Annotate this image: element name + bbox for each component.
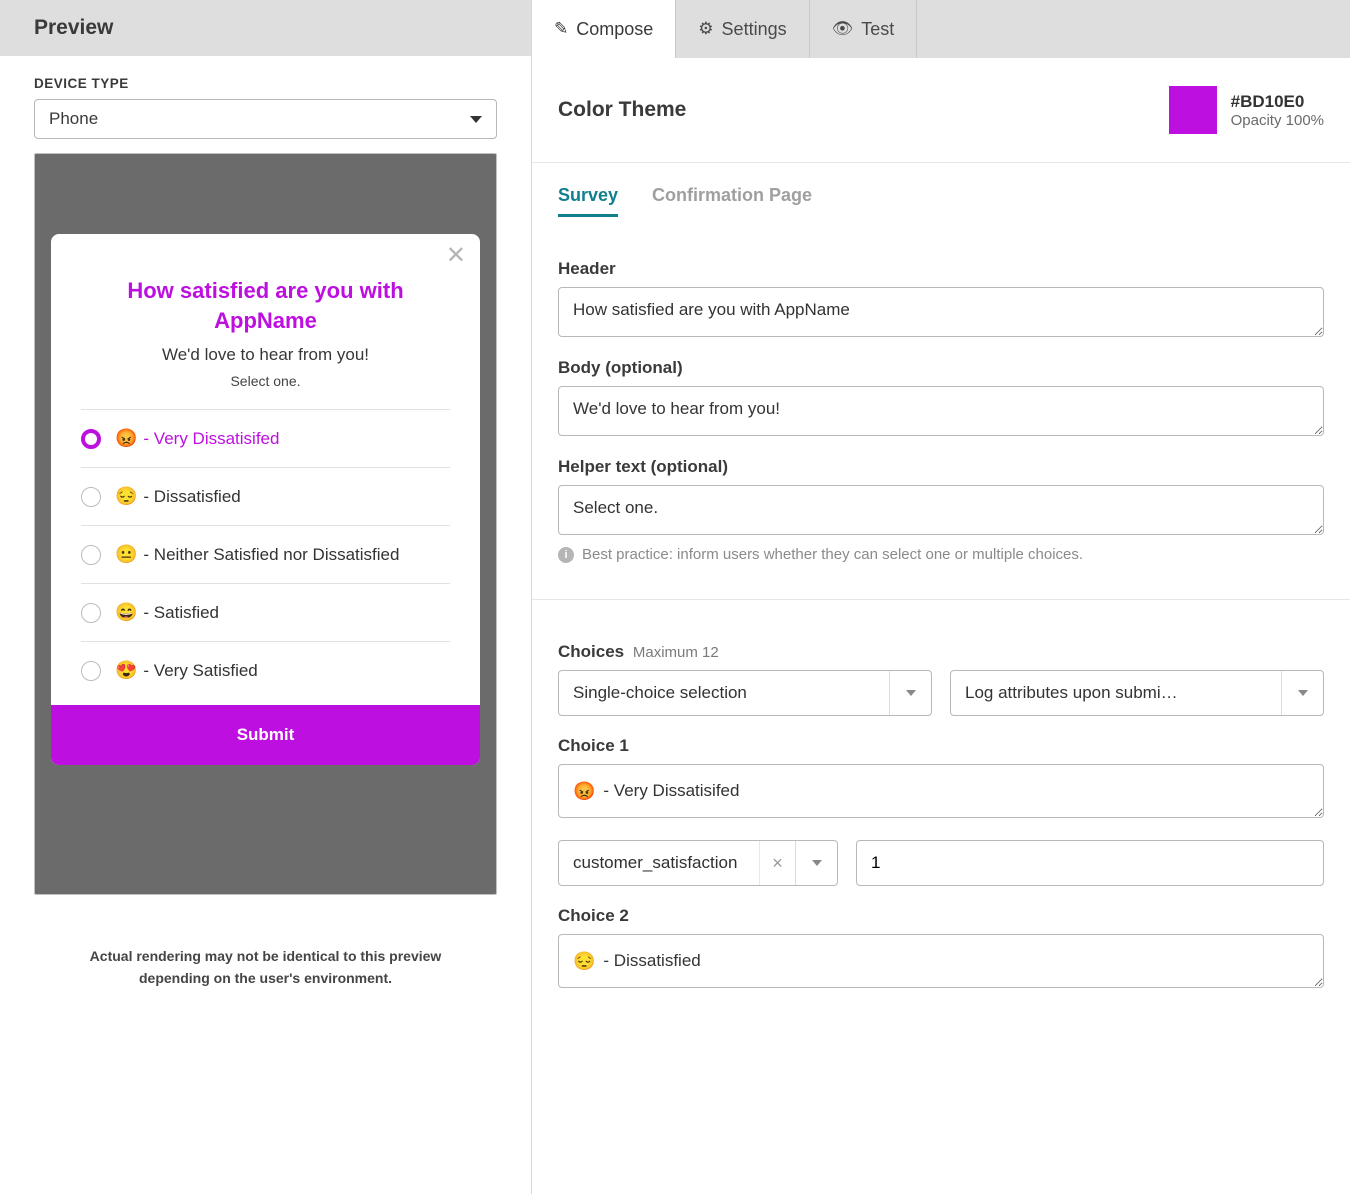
emoji-icon: 😔	[573, 951, 595, 972]
helper-label: Helper text (optional)	[558, 457, 1324, 477]
preview-title: Preview	[34, 16, 497, 40]
preview-panel: Preview DEVICE TYPE Phone ✕ How satisfie…	[0, 0, 531, 1194]
choices-label-text: Choices	[558, 642, 624, 661]
choice-text-input[interactable]: 😔- Dissatisfied	[558, 934, 1324, 988]
sub-tabs: Survey Confirmation Page	[532, 163, 1350, 217]
choice-block: Choice 2 😔- Dissatisfied	[558, 906, 1324, 988]
choice-attr-value: customer_satisfaction	[559, 841, 759, 885]
choice-block: Choice 1 😡- Very Dissatisifed customer_sat…	[558, 736, 1324, 886]
option-label: 😍- Very Satisfied	[115, 660, 258, 681]
tab-label: Settings	[722, 19, 787, 40]
chevron-down-icon	[1281, 671, 1323, 715]
gear-icon: ⚙	[698, 19, 713, 39]
emoji-icon: 😐	[115, 544, 137, 565]
color-opacity: Opacity 100%	[1231, 112, 1324, 129]
radio-icon	[81, 603, 101, 623]
choice-attr-row: customer_satisfaction×	[558, 840, 1324, 886]
caret-down-icon	[470, 116, 482, 123]
top-tabs: ✎ Compose ⚙ Settings 👁 Test	[532, 0, 1350, 58]
color-theme-row: Color Theme #BD10E0 Opacity 100%	[532, 58, 1350, 163]
color-theme-label: Color Theme	[558, 98, 686, 122]
clear-icon[interactable]: ×	[759, 841, 795, 885]
choices-section: Choices Maximum 12 Single-choice selecti…	[532, 600, 1350, 998]
survey-title: How satisfied are you with AppName	[81, 276, 450, 335]
survey-card: ✕ How satisfied are you with AppName We'…	[51, 234, 480, 765]
radio-icon	[81, 661, 101, 681]
survey-helper: Select one.	[81, 373, 450, 389]
subtab-confirmation-page[interactable]: Confirmation Page	[652, 185, 812, 217]
close-icon[interactable]: ✕	[446, 244, 466, 268]
survey-option[interactable]: 😐- Neither Satisfied nor Dissatisfied	[81, 525, 450, 583]
device-type-label: DEVICE TYPE	[34, 76, 497, 91]
survey-option[interactable]: 😄- Satisfied	[81, 583, 450, 641]
survey-options: 😡- Very Dissatisifed 😔- Dissatisfied 😐- Ne…	[51, 399, 480, 699]
tab-settings[interactable]: ⚙ Settings	[676, 0, 809, 58]
emoji-icon: 😄	[115, 602, 137, 623]
helper-hint: i Best practice: inform users whether th…	[558, 546, 1324, 563]
header-input[interactable]	[558, 287, 1324, 337]
editor-panel: ✎ Compose ⚙ Settings 👁 Test Color Theme #BD10…	[531, 0, 1350, 1194]
tab-label: Test	[861, 19, 894, 40]
submit-button[interactable]: Submit	[51, 705, 480, 765]
survey-form-section: Header Body (optional) Helper text (opti…	[532, 217, 1350, 573]
choice-label: Choice 1	[558, 736, 1324, 756]
radio-icon	[81, 545, 101, 565]
option-label: 😔- Dissatisfied	[115, 486, 241, 507]
logging-value: Log attributes upon submi…	[951, 683, 1281, 703]
preview-note: Actual rendering may not be identical to…	[34, 945, 497, 990]
tab-test[interactable]: 👁 Test	[810, 0, 918, 58]
choice-text-input[interactable]: 😡- Very Dissatisifed	[558, 764, 1324, 818]
radio-icon	[81, 487, 101, 507]
selection-type-select[interactable]: Single-choice selection	[558, 670, 932, 716]
survey-option[interactable]: 😡- Very Dissatisifed	[81, 409, 450, 467]
logging-select[interactable]: Log attributes upon submi…	[950, 670, 1324, 716]
emoji-icon: 😔	[115, 486, 137, 507]
helper-hint-text: Best practice: inform users whether they…	[582, 546, 1083, 563]
body-input[interactable]	[558, 386, 1324, 436]
emoji-icon: 😍	[115, 660, 137, 681]
option-label: 😐- Neither Satisfied nor Dissatisfied	[115, 544, 399, 565]
chevron-down-icon	[889, 671, 931, 715]
info-icon: i	[558, 547, 574, 563]
tab-compose[interactable]: ✎ Compose	[532, 0, 676, 58]
selection-type-value: Single-choice selection	[559, 683, 889, 703]
emoji-icon: 😡	[573, 781, 595, 802]
choices-max-note: Maximum 12	[633, 644, 719, 661]
radio-icon	[81, 429, 101, 449]
chevron-down-icon	[795, 841, 837, 885]
choices-label: Choices Maximum 12	[558, 642, 1324, 662]
color-hex: #BD10E0	[1231, 92, 1324, 112]
body-label: Body (optional)	[558, 358, 1324, 378]
header-label: Header	[558, 259, 1324, 279]
choice-value-input[interactable]	[856, 840, 1324, 886]
tab-label: Compose	[576, 19, 653, 40]
pencil-icon: ✎	[554, 19, 568, 39]
preview-header: Preview	[0, 0, 531, 56]
emoji-icon: 😡	[115, 428, 137, 449]
choice-attr-select[interactable]: customer_satisfaction×	[558, 840, 838, 886]
subtab-survey[interactable]: Survey	[558, 185, 618, 217]
survey-body: We'd love to hear from you!	[81, 345, 450, 365]
device-type-value: Phone	[49, 109, 98, 129]
color-swatch[interactable]	[1169, 86, 1217, 134]
device-type-select[interactable]: Phone	[34, 99, 497, 139]
helper-input[interactable]	[558, 485, 1324, 535]
survey-option[interactable]: 😍- Very Satisfied	[81, 641, 450, 699]
phone-preview-frame: ✕ How satisfied are you with AppName We'…	[34, 153, 497, 895]
option-label: 😡- Very Dissatisifed	[115, 428, 279, 449]
eye-icon: 👁	[832, 19, 854, 39]
survey-option[interactable]: 😔- Dissatisfied	[81, 467, 450, 525]
choice-label: Choice 2	[558, 906, 1324, 926]
option-label: 😄- Satisfied	[115, 602, 219, 623]
